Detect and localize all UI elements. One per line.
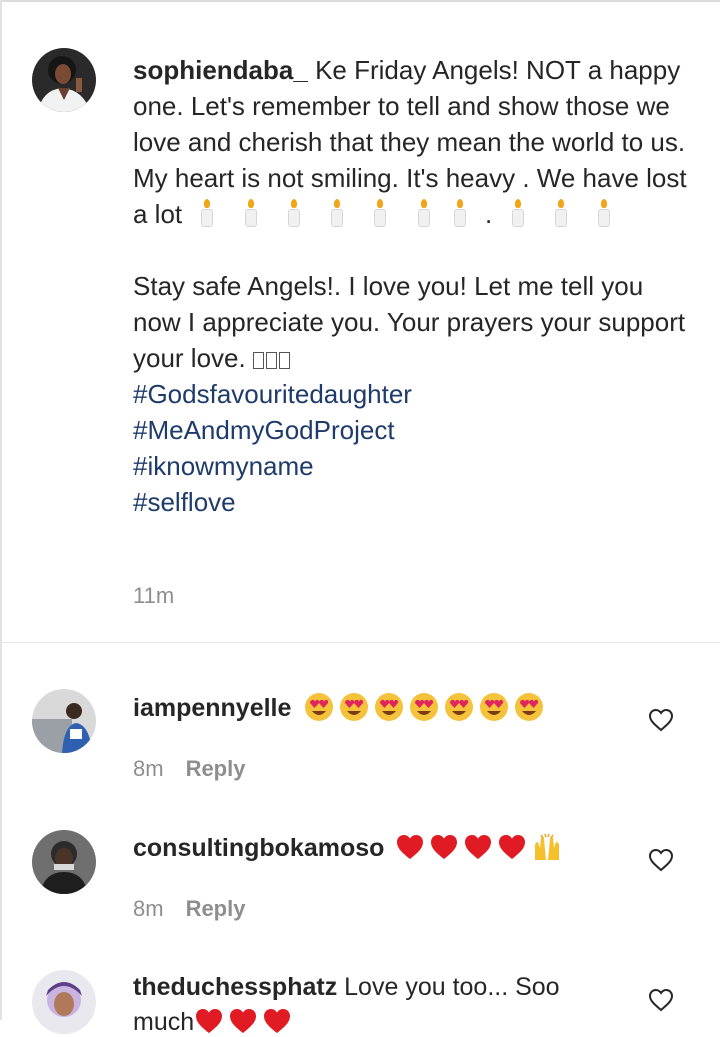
like-comment-button[interactable] [648,988,674,1012]
red-heart-emoji [228,1007,258,1035]
candle-icon [330,199,344,227]
comment-text-continued: much [133,1008,195,1036]
post-timestamp: 11m [133,583,175,608]
top-border [0,0,720,2]
red-heart-emoji [463,833,493,861]
post-author-avatar[interactable] [32,48,96,112]
comment-avatar[interactable] [32,830,96,894]
heart-eyes-emoji [304,692,334,722]
comment-line: consultingbokamoso [133,832,563,863]
heart-eyes-emoji [479,692,509,722]
missing-glyph-icon [252,343,292,373]
heart-eyes-emoji [374,692,404,722]
heart-eyes-emoji [339,692,369,722]
candle-icon [597,199,611,227]
divider [0,642,720,643]
comment-line-continued: much [133,1007,296,1037]
hashtag-link[interactable]: #MeAndmyGodProject [133,412,693,448]
comment-username[interactable]: theduchessphatz [133,973,337,1001]
heart-eyes-emoji [444,692,474,722]
candle-icon [417,199,431,227]
hashtag-link[interactable]: #iknowmyname [133,448,693,484]
candle-icon [511,199,525,227]
comment-username[interactable]: consultingbokamoso [133,834,384,862]
comment-timestamp: 8m [133,756,164,781]
comment-timestamp: 8m [133,896,164,921]
caption-paragraph-1: sophiendaba_ Ke Friday Angels! NOT a hap… [133,52,693,232]
post-caption: sophiendaba_ Ke Friday Angels! NOT a hap… [133,52,693,520]
caption-paragraph-2: Stay safe Angels!. I love you! Let me te… [133,268,693,520]
heart-outline-icon [648,708,674,732]
hashtag-link[interactable]: #selflove [133,484,693,520]
red-heart-emoji [429,833,459,861]
comment-avatar[interactable] [32,689,96,753]
heart-outline-icon [648,848,674,872]
comment-avatar[interactable] [32,970,96,1034]
raising-hands-emoji [531,832,563,862]
candle-icon [200,199,214,227]
comment-meta: 8m Reply [133,896,245,922]
hashtag-link[interactable]: #Godsfavouritedaughter [133,376,693,412]
comment-line: iampennyelle [133,692,549,723]
red-heart-emoji [395,833,425,861]
red-heart-emoji [194,1007,224,1035]
like-comment-button[interactable] [648,848,674,872]
candle-icon [244,199,258,227]
comment-text: Love you too... Soo [344,973,560,1001]
candle-icon [453,199,467,227]
reply-button[interactable]: Reply [186,896,246,921]
red-heart-emoji [262,1007,292,1035]
post-author-username[interactable]: sophiendaba_ [133,55,308,85]
left-border [0,0,2,1020]
caption-text-2: Stay safe Angels!. I love you! Let me te… [133,271,686,373]
caption-dot: . [485,199,493,229]
heart-eyes-emoji [409,692,439,722]
candle-icon [554,199,568,227]
heart-eyes-emoji [514,692,544,722]
candle-icon [373,199,387,227]
red-heart-emoji [497,833,527,861]
reply-button[interactable]: Reply [186,756,246,781]
like-comment-button[interactable] [648,708,674,732]
comment-meta: 8m Reply [133,756,245,782]
comment-line: theduchessphatz Love you too... Soo [133,973,560,1002]
candle-icon [287,199,301,227]
comment-username[interactable]: iampennyelle [133,694,291,722]
heart-outline-icon [648,988,674,1012]
